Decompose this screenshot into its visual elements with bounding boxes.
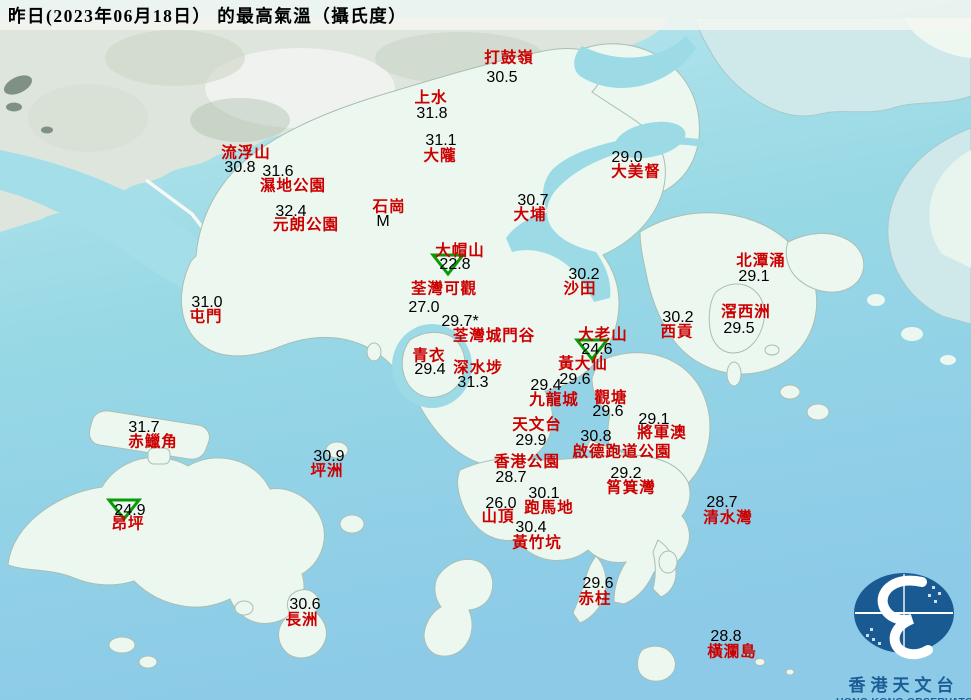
station-value: 29.5	[723, 321, 754, 337]
station-name: 黃竹坑	[512, 535, 562, 551]
station-name: 打鼓嶺	[484, 50, 534, 66]
station-value: 28.7	[495, 470, 526, 486]
station-name: 北潭涌	[736, 253, 786, 269]
station-name: 觀塘	[594, 390, 627, 406]
station-name: 將軍澳	[637, 425, 687, 441]
station-name: 大隴	[423, 148, 456, 164]
map-title: 昨日(2023年06月18日） 的最高氣溫（攝氏度）	[8, 3, 407, 28]
station-name: 啟德跑道公園	[572, 444, 671, 460]
station-value: 29.6	[592, 404, 623, 420]
station-value: M	[376, 214, 389, 230]
station-name: 坪洲	[310, 463, 343, 479]
station-value: 29.1	[738, 269, 769, 285]
station-value: 31.3	[457, 375, 488, 391]
station-name: 筲箕灣	[606, 480, 656, 496]
station-name: 濕地公園	[260, 178, 326, 194]
station-name: 石崗	[372, 199, 405, 215]
station-name: 山頂	[481, 509, 514, 525]
station-value: 30.8	[224, 160, 255, 176]
po-toi	[638, 646, 676, 681]
station-name: 清水灣	[703, 510, 753, 526]
station-name: 沙田	[563, 281, 596, 297]
station-name: 九龍城	[529, 392, 579, 408]
station-value: 29.4	[414, 362, 445, 378]
hko-logo-name-en: HONG KONG OBSERVATORY	[836, 696, 971, 700]
hko-logo: 香港天文台 HONG KONG OBSERVATORY	[836, 558, 971, 700]
station-name: 屯門	[189, 309, 222, 325]
station-name: 天文台	[512, 417, 562, 433]
station-name: 大老山	[578, 327, 628, 343]
station-name: 元朗公園	[273, 217, 339, 233]
station-name: 黃大仙	[558, 356, 608, 372]
station-value: 27.0	[408, 300, 439, 316]
station-value: 29.6	[559, 372, 590, 388]
station-name: 大美督	[611, 164, 661, 180]
station-name: 橫瀾島	[707, 644, 757, 660]
hko-logo-emblem	[836, 558, 971, 668]
station-value: 30.5	[486, 70, 517, 86]
station-name: 香港公園	[494, 454, 560, 470]
ma-wan	[367, 343, 381, 361]
station-value: 31.8	[416, 106, 447, 122]
station-value: 22.8	[439, 257, 470, 273]
hk-max-temperature-map: 昨日(2023年06月18日） 的最高氣溫（攝氏度） 30.5 打鼓嶺 31.8上水…	[0, 0, 971, 700]
station-name: 長洲	[285, 612, 318, 628]
station-name: 流浮山	[221, 145, 271, 161]
station-value: 29.9	[515, 433, 546, 449]
station-name: 昂坪	[111, 516, 144, 532]
station-name: 荃灣城門谷	[453, 328, 536, 344]
hko-logo-name-zh: 香港天文台	[836, 671, 971, 696]
station-name: 大埔	[513, 207, 546, 223]
station-name: 西貢	[660, 324, 693, 340]
station-name: 深水埗	[453, 360, 503, 376]
station-name: 滘西洲	[721, 304, 771, 320]
station-name: 上水	[414, 90, 447, 106]
station-name: 青衣	[412, 348, 445, 364]
station-name: 荃灣可觀	[411, 281, 477, 297]
hong-kong-basemap	[0, 0, 971, 700]
station-name: 跑馬地	[524, 500, 574, 516]
station-name: 大帽山	[435, 243, 485, 259]
station-name: 赤柱	[578, 591, 611, 607]
station-name: 赤鱲角	[128, 434, 178, 450]
tung-lung-chau	[659, 551, 677, 573]
